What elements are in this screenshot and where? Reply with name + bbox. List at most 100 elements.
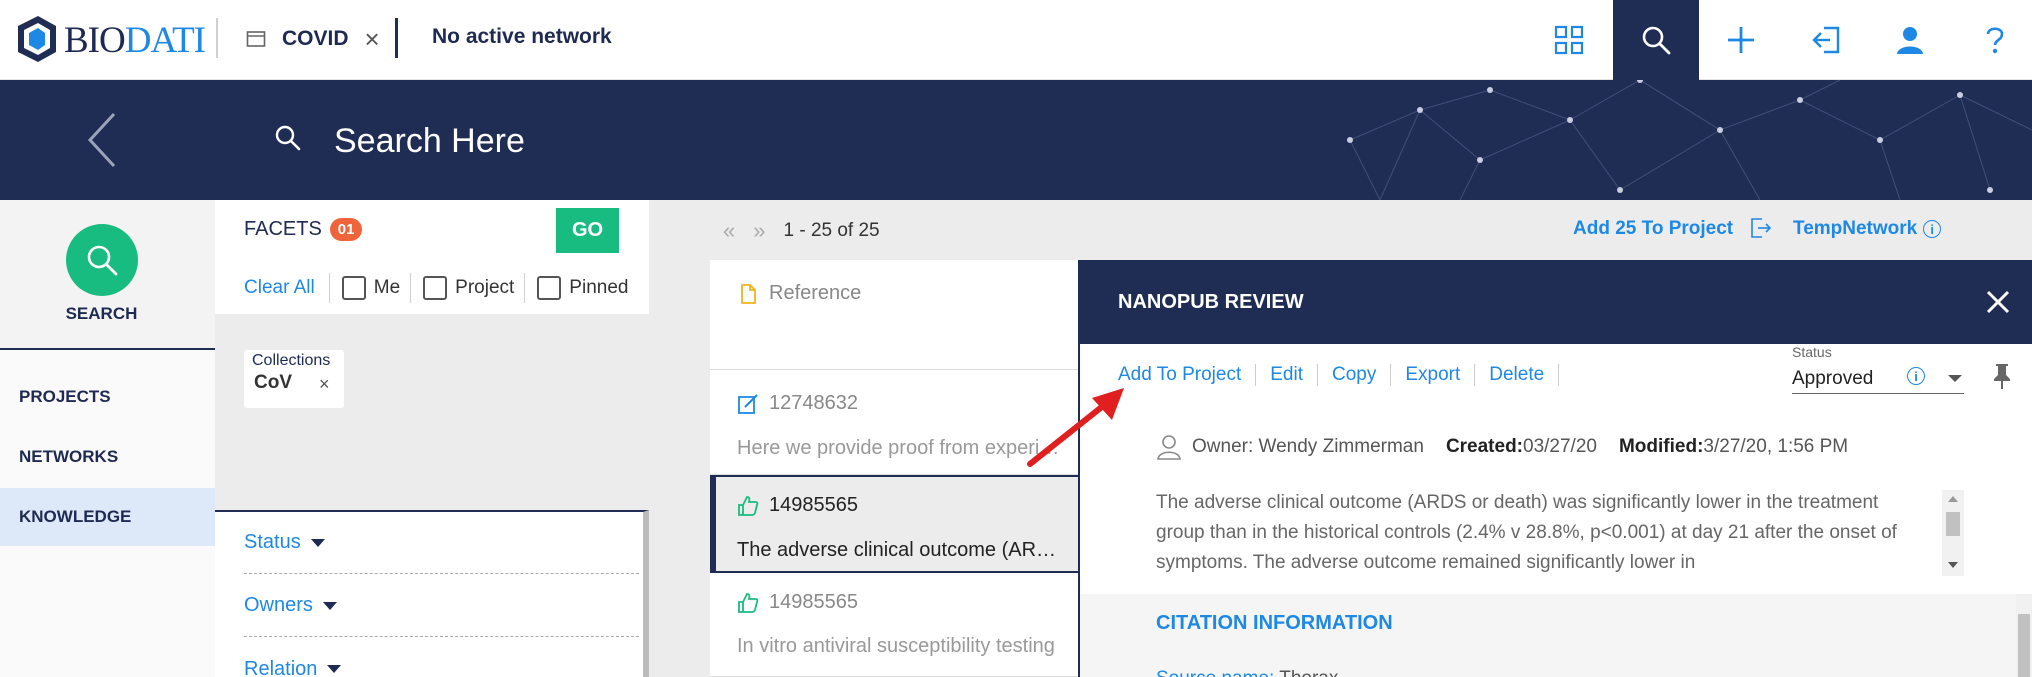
sidebar-item-knowledge[interactable]: KNOWLEDGE xyxy=(0,488,215,546)
remove-collection-icon[interactable]: × xyxy=(319,374,330,395)
created-date: Created:03/27/20 xyxy=(1445,436,1597,457)
facet-owners[interactable]: Owners xyxy=(244,575,639,637)
plus-icon[interactable] xyxy=(1698,0,1784,80)
info-icon[interactable]: i xyxy=(1907,367,1925,385)
result-card[interactable]: 12748632 Here we provide proof from expe… xyxy=(710,370,1080,475)
user-icon[interactable] xyxy=(1867,0,1953,80)
scroll-up-icon[interactable] xyxy=(1948,496,1958,502)
go-button[interactable]: GO xyxy=(556,208,619,253)
biodati-logo[interactable]: BIODATI xyxy=(12,12,206,68)
checkbox-box[interactable] xyxy=(537,276,562,300)
scroll-down-icon[interactable] xyxy=(1948,562,1958,568)
search-icon xyxy=(87,245,118,276)
search-banner: Search Here xyxy=(0,80,2032,200)
result-id: Reference xyxy=(769,282,862,304)
owner-text: Owner: Wendy Zimmerman xyxy=(1192,436,1424,457)
review-actions: Add To Project Edit Copy Export Delete xyxy=(1118,364,1560,386)
next-page-button[interactable]: » xyxy=(753,218,765,244)
result-card-header: 14985565 xyxy=(737,591,858,614)
facets-title-text: FACETS xyxy=(244,218,322,240)
checkbox-box[interactable] xyxy=(341,276,366,300)
status-value: Approved xyxy=(1792,367,1874,389)
divider xyxy=(216,18,218,58)
owner: Owner: Wendy Zimmerman xyxy=(1156,434,1424,460)
sign-in-icon[interactable] xyxy=(1783,0,1869,80)
checkbox-box[interactable] xyxy=(423,276,448,300)
tab-covid[interactable]: COVID × xyxy=(246,20,380,58)
biodati-logo-icon xyxy=(18,16,56,62)
search-icon xyxy=(275,125,301,151)
result-id: 14985565 xyxy=(769,494,858,516)
network-status: No active network xyxy=(432,25,612,48)
divider xyxy=(395,18,398,58)
result-card[interactable]: 14985565 In vitro antiviral susceptibili… xyxy=(710,573,1080,677)
delete-button[interactable]: Delete xyxy=(1475,364,1560,386)
caret-down-icon xyxy=(322,601,337,610)
source-name: Source name: Thorax xyxy=(1156,668,1338,677)
filter-project-checkbox[interactable]: Project xyxy=(410,273,524,303)
left-navigation: SEARCH PROJECTS NETWORKS KNOWLEDGE xyxy=(0,200,215,677)
review-title: NANOPUB REVIEW xyxy=(1118,291,1304,313)
back-arrow-icon[interactable] xyxy=(84,110,124,170)
add-all-to-project-link[interactable]: Add 25 To Project xyxy=(1573,218,1733,240)
copy-button[interactable]: Copy xyxy=(1318,364,1392,386)
result-id: 14985565 xyxy=(769,591,858,613)
search-input[interactable]: Search Here xyxy=(334,122,525,161)
thumbs-up-icon xyxy=(738,495,759,516)
thumbs-up-icon xyxy=(738,592,759,613)
filter-me-checkbox[interactable]: Me xyxy=(328,273,410,303)
caret-down-icon xyxy=(310,538,325,547)
nanopub-review-panel: NANOPUB REVIEW Add To Project Edit Copy … xyxy=(1078,260,2032,677)
clear-all-link[interactable]: Clear All xyxy=(244,277,315,299)
sidebar-item-networks[interactable]: NETWORKS xyxy=(0,428,215,486)
review-header: NANOPUB REVIEW xyxy=(1080,260,2032,344)
facet-groups: Status Owners Relation xyxy=(215,510,649,677)
abstract-scrollbar[interactable] xyxy=(1942,490,1964,576)
status-select[interactable]: Approved i xyxy=(1792,364,1964,394)
pager: « » 1 - 25 of 25 xyxy=(723,218,880,244)
collections-chip: Collections CoV × xyxy=(244,350,344,408)
nanopub-abstract: The adverse clinical outcome (ARDS or de… xyxy=(1156,492,1897,573)
tab-label: COVID xyxy=(282,27,349,50)
export-button[interactable]: Export xyxy=(1391,364,1476,386)
result-id: 12748632 xyxy=(769,392,858,414)
prev-page-button[interactable]: « xyxy=(723,218,735,244)
nav-search[interactable]: SEARCH xyxy=(0,200,215,350)
result-card-header: Reference xyxy=(737,282,861,305)
facet-status[interactable]: Status xyxy=(244,512,639,574)
close-icon[interactable] xyxy=(1984,288,2012,316)
search-circle-button[interactable] xyxy=(66,224,138,296)
review-scrollbar[interactable] xyxy=(2016,594,2032,677)
temp-network-link[interactable]: TempNetwork i xyxy=(1793,218,1942,240)
result-card-selected[interactable]: 14985565 The adverse clinical outcome (A… xyxy=(710,475,1080,573)
nav-search-label: SEARCH xyxy=(65,304,138,323)
scroll-thumb[interactable] xyxy=(1946,512,1960,536)
collections-value: CoV xyxy=(254,372,292,393)
add-to-project-button[interactable]: Add To Project xyxy=(1118,364,1257,386)
grid-icon[interactable] xyxy=(1526,0,1612,80)
facets-count-badge: 01 xyxy=(329,218,363,241)
facet-relation[interactable]: Relation xyxy=(244,638,639,677)
result-card[interactable]: Reference xyxy=(710,260,1080,370)
scroll-thumb[interactable] xyxy=(2018,614,2030,677)
modified-date: Modified:3/27/20, 1:56 PM xyxy=(1618,436,1849,457)
search-icon[interactable] xyxy=(1613,0,1699,80)
export-network-icon[interactable] xyxy=(1748,216,1772,240)
pin-icon[interactable] xyxy=(1990,362,2014,390)
sidebar-item-projects[interactable]: PROJECTS xyxy=(0,368,215,426)
facets-filter-row: Clear All Me Project Pinned xyxy=(215,262,649,314)
caret-down-icon xyxy=(327,665,342,673)
filter-pinned-checkbox[interactable]: Pinned xyxy=(524,273,638,303)
result-snippet: The adverse clinical outcome (ARDS or de… xyxy=(737,539,1067,561)
top-bar: BIODATI COVID × No active network xyxy=(0,0,2032,80)
info-icon[interactable]: i xyxy=(1923,220,1942,238)
result-card-header: 14985565 xyxy=(737,494,858,517)
user-icon xyxy=(1157,435,1181,460)
network-decoration xyxy=(1347,80,2032,200)
edit-button[interactable]: Edit xyxy=(1256,364,1318,386)
result-list: Reference 12748632 Here we provide proof… xyxy=(710,260,1080,677)
window-icon xyxy=(246,31,266,47)
logo-text: BIODATI xyxy=(64,19,206,61)
help-icon[interactable] xyxy=(1952,0,2032,80)
close-tab-icon[interactable]: × xyxy=(365,26,380,52)
